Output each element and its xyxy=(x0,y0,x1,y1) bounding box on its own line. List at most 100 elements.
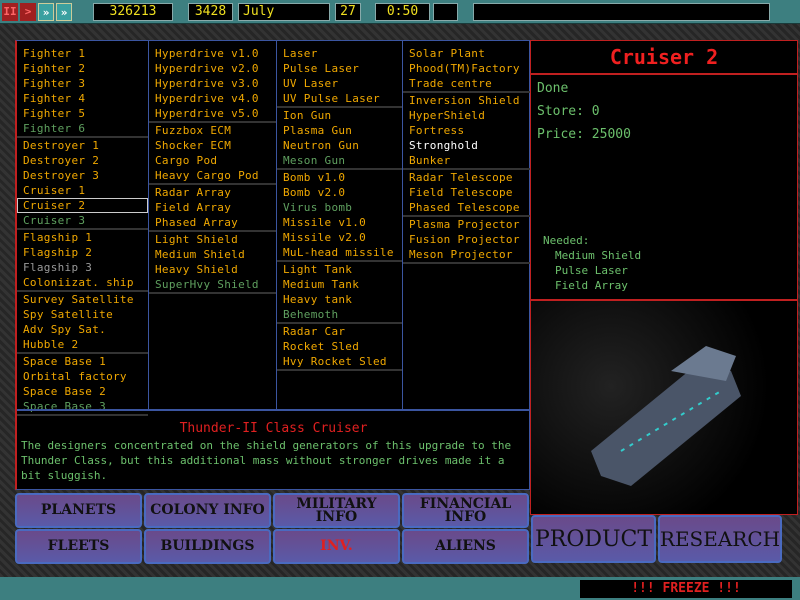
inventory-item[interactable]: Bomb v1.0 xyxy=(277,170,402,185)
needed-label: Needed: xyxy=(543,234,590,247)
inventory-item[interactable]: Bunker xyxy=(403,153,530,168)
military-info-button[interactable]: MILITARY INFO xyxy=(273,493,400,528)
inventory-item[interactable]: Hyperdrive v3.0 xyxy=(149,76,276,91)
inventory-item[interactable]: Hyperdrive v2.0 xyxy=(149,61,276,76)
inventory-item[interactable]: Spy Satellite xyxy=(17,307,148,322)
inventory-item[interactable]: Plasma Projector xyxy=(403,217,530,232)
item-group: Fuzzbox ECM Shocker ECM Cargo Pod Heavy Car… xyxy=(149,123,276,185)
top-bar: II > » » 326213 3428 July 27 0:50 xyxy=(0,0,800,24)
inventory-item[interactable]: Hyperdrive v5.0 xyxy=(149,106,276,121)
inventory-item[interactable]: Fuzzbox ECM xyxy=(149,123,276,138)
inventory-item[interactable]: Destroyer 1 xyxy=(17,138,148,153)
buildings-button[interactable]: BUILDINGS xyxy=(144,529,271,564)
colony-info-button[interactable]: COLONY INFO xyxy=(144,493,271,528)
inventory-item[interactable]: Hyperdrive v4.0 xyxy=(149,91,276,106)
inventory-item[interactable]: Fighter 6 xyxy=(17,121,148,136)
item-group: Destroyer 1 Destroyer 2 Destroyer 3 Cruiser… xyxy=(17,138,148,230)
inventory-item[interactable]: Fighter 4 xyxy=(17,91,148,106)
year-display: 3428 xyxy=(188,3,233,21)
research-button[interactable]: RESEARCH xyxy=(658,515,782,563)
inventory-item[interactable]: Field Telescope xyxy=(403,185,530,200)
inventory-item[interactable]: Virus bomb xyxy=(277,200,402,215)
inventory-item[interactable]: Destroyer 3 xyxy=(17,168,148,183)
item-group: Radar Array Field Array Phased Array xyxy=(149,185,276,232)
inventory-item[interactable]: Hubble 2 xyxy=(17,337,148,352)
inventory-item[interactable]: Rocket Sled xyxy=(277,339,402,354)
ship-image xyxy=(530,300,798,515)
item-title: Cruiser 2 xyxy=(530,40,798,74)
freeze-message: !!! FREEZE !!! xyxy=(580,580,792,598)
inventory-item[interactable]: Heavy Cargo Pod xyxy=(149,168,276,183)
inventory-item[interactable]: Radar Telescope xyxy=(403,170,530,185)
inventory-item[interactable]: Bomb v2.0 xyxy=(277,185,402,200)
inventory-item[interactable]: MuL-head missile xyxy=(277,245,402,260)
item-group: Flagship 1 Flagship 2 Flagship 3 Coloniizat… xyxy=(17,230,148,292)
inv-button[interactable]: INV. xyxy=(273,529,400,564)
inventory-item[interactable]: Fighter 2 xyxy=(17,61,148,76)
inventory-item[interactable]: Meson Gun xyxy=(277,153,402,168)
inventory-item[interactable]: Meson Projector xyxy=(403,247,530,262)
inventory-item[interactable]: Space Base 1 xyxy=(17,354,148,369)
inventory-item[interactable]: Field Array xyxy=(149,200,276,215)
description-title: Thunder-II Class Cruiser xyxy=(179,421,368,436)
inventory-item[interactable]: Fortress xyxy=(403,123,530,138)
item-group: Light Shield Medium Shield Heavy Shield Sup… xyxy=(149,232,276,294)
financial-info-button[interactable]: FINANCIAL INFO xyxy=(402,493,529,528)
inventory-item[interactable]: Flagship 3 xyxy=(17,260,148,275)
play-button[interactable]: > xyxy=(20,3,36,21)
inventory-item[interactable]: Survey Satellite xyxy=(17,292,148,307)
inventory-item[interactable]: Heavy Shield xyxy=(149,262,276,277)
inventory-item[interactable]: Neutron Gun xyxy=(277,138,402,153)
fleets-button[interactable]: FLEETS xyxy=(15,529,142,564)
aliens-button[interactable]: ALIENS xyxy=(402,529,529,564)
inventory-item[interactable]: Shocker ECM xyxy=(149,138,276,153)
inventory-item[interactable]: Phood(TM)Factory xyxy=(403,61,530,76)
inventory-item[interactable]: Hyperdrive v1.0 xyxy=(149,46,276,61)
inventory-item[interactable]: Cruiser 3 xyxy=(17,213,148,228)
inventory-item[interactable]: Phased Array xyxy=(149,215,276,230)
inventory-item[interactable]: Hvy Rocket Sled xyxy=(277,354,402,369)
inventory-item[interactable]: Light Shield xyxy=(149,232,276,247)
inventory-item[interactable]: Solar Plant xyxy=(403,46,530,61)
inventory-item[interactable]: Fighter 1 xyxy=(17,46,148,61)
inventory-item[interactable]: UV Laser xyxy=(277,76,402,91)
inventory-item[interactable]: Destroyer 2 xyxy=(17,153,148,168)
inventory-item[interactable]: Cruiser 2 xyxy=(17,198,148,213)
inventory-item[interactable]: Coloniizat. ship xyxy=(17,275,148,290)
inventory-item[interactable]: Ion Gun xyxy=(277,108,402,123)
fast-button[interactable]: » xyxy=(38,3,54,21)
inventory-item[interactable]: Heavy tank xyxy=(277,292,402,307)
inventory-item[interactable]: Radar Car xyxy=(277,324,402,339)
inventory-item[interactable]: Fighter 3 xyxy=(17,76,148,91)
inventory-item[interactable]: Missile v1.0 xyxy=(277,215,402,230)
inventory-item[interactable]: Pulse Laser xyxy=(277,61,402,76)
inventory-item[interactable]: Orbital factory xyxy=(17,369,148,384)
inventory-item[interactable]: UV Pulse Laser xyxy=(277,91,402,106)
inventory-item[interactable]: Inversion Shield xyxy=(403,93,530,108)
pause-button[interactable]: II xyxy=(2,3,18,21)
inventory-item[interactable]: Flagship 1 xyxy=(17,230,148,245)
inventory-item[interactable]: Phased Telescope xyxy=(403,200,530,215)
inventory-item[interactable]: Cruiser 1 xyxy=(17,183,148,198)
planets-button[interactable]: PLANETS xyxy=(15,493,142,528)
product-button[interactable]: PRODUCT xyxy=(531,515,656,563)
inventory-item[interactable]: Fighter 5 xyxy=(17,106,148,121)
inventory-item[interactable]: Fusion Projector xyxy=(403,232,530,247)
inventory-item[interactable]: Space Base 2 xyxy=(17,384,148,399)
inventory-item[interactable]: Medium Shield xyxy=(149,247,276,262)
inventory-item[interactable]: Flagship 2 xyxy=(17,245,148,260)
inventory-item[interactable]: SuperHvy Shield xyxy=(149,277,276,292)
faster-button[interactable]: » xyxy=(56,3,72,21)
inventory-item[interactable]: Radar Array xyxy=(149,185,276,200)
inventory-item[interactable]: Stronghold xyxy=(403,138,530,153)
inventory-item[interactable]: Medium Tank xyxy=(277,277,402,292)
inventory-item[interactable]: Trade centre xyxy=(403,76,530,91)
inventory-item[interactable]: HyperShield xyxy=(403,108,530,123)
inventory-item[interactable]: Adv Spy Sat. xyxy=(17,322,148,337)
inventory-item[interactable]: Cargo Pod xyxy=(149,153,276,168)
inventory-item[interactable]: Plasma Gun xyxy=(277,123,402,138)
inventory-item[interactable]: Laser xyxy=(277,46,402,61)
inventory-item[interactable]: Light Tank xyxy=(277,262,402,277)
inventory-item[interactable]: Behemoth xyxy=(277,307,402,322)
inventory-item[interactable]: Missile v2.0 xyxy=(277,230,402,245)
